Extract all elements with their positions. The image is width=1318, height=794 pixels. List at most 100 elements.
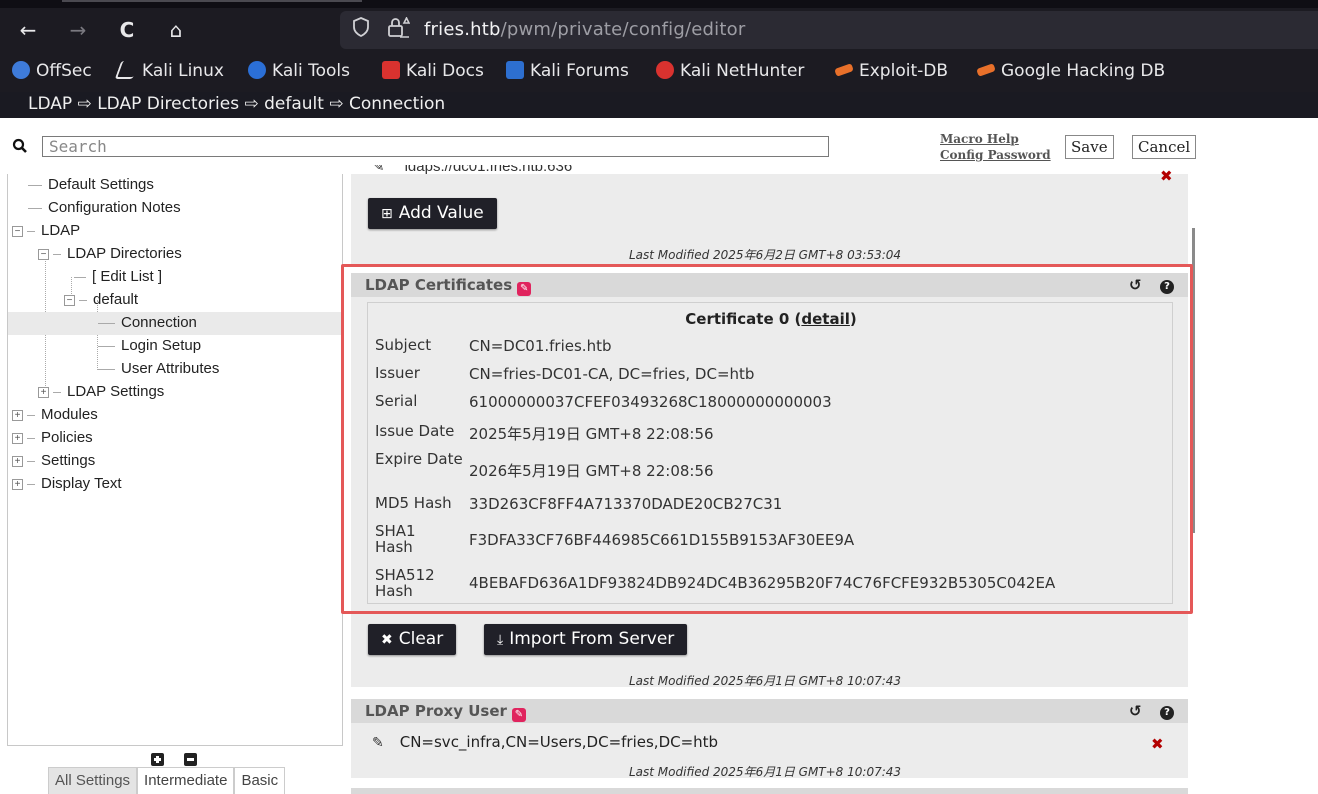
tree-item-modules[interactable]: + Modules (8, 404, 342, 427)
cancel-button[interactable]: Cancel (1132, 135, 1197, 159)
bookmark-exploit-db[interactable]: Exploit-DB (834, 59, 948, 83)
tree-item-ldap[interactable]: − LDAP (8, 220, 342, 243)
tree-item-login-setup[interactable]: Login Setup (8, 335, 342, 358)
search-input[interactable]: Search (42, 136, 829, 157)
expand-icon[interactable]: + (38, 386, 49, 398)
tree-item-label: Configuration Notes (48, 199, 181, 216)
forward-button[interactable]: → (64, 16, 92, 44)
expand-icon[interactable]: + (12, 432, 23, 444)
expand-all-icon[interactable] (151, 753, 164, 766)
help-icon[interactable]: ? (1160, 699, 1174, 723)
bookmark-label: Kali Linux (142, 61, 224, 81)
tree-item-default-settings[interactable]: Default Settings (8, 174, 342, 197)
cert-value: 2025年5月19日 GMT+8 22:08:56 (469, 425, 714, 443)
tree-item-default[interactable]: − default (8, 289, 342, 312)
tree-item-label: Display Text (41, 475, 122, 492)
reset-icon[interactable]: ↺ (1129, 273, 1142, 297)
kali-tools-icon (248, 61, 266, 79)
certificate-title: Certificate 0 (detail) (685, 310, 857, 328)
last-modified-proxy-user: Last Modified 2025年6月1日 GMT+8 10:07:43 (629, 765, 902, 779)
cert-row-sha1: SHA1 Hash F3DFA33CF76BF446985C661D155B915… (368, 523, 1174, 557)
bookmark-offsec[interactable]: OffSec (12, 59, 92, 83)
bookmark-kali-nethunter[interactable]: Kali NetHunter (656, 59, 804, 83)
collapse-icon[interactable]: − (38, 248, 49, 260)
tree-connector (27, 414, 35, 416)
tree-connector (27, 460, 35, 462)
delete-icon[interactable]: ✖ (1151, 735, 1164, 753)
bookmark-kali-docs[interactable]: Kali Docs (382, 59, 484, 83)
search-icon (12, 138, 28, 158)
url-text[interactable]: fries.htb/pwm/private/config/editor (424, 19, 745, 40)
expand-icon[interactable]: + (12, 455, 23, 467)
back-button[interactable]: ← (14, 16, 42, 44)
collapse-icon[interactable]: − (12, 225, 23, 237)
help-icon[interactable]: ? (1160, 273, 1174, 297)
settings-tree: Default Settings Configuration Notes − LD… (7, 174, 343, 746)
ldap-url-row: ✎ ldaps://dc01.fries.htb:636 (372, 165, 572, 176)
tree-item-edit-list[interactable]: [ Edit List ] (8, 266, 342, 289)
config-password-link[interactable]: Config Password (940, 147, 1051, 163)
cert-row-expire-date: Expire Date 2026年5月19日 GMT+8 22:08:56 (368, 451, 1174, 485)
tree-item-configuration-notes[interactable]: Configuration Notes (8, 197, 342, 220)
ldap-url-value[interactable]: ldaps://dc01.fries.htb:636 (405, 165, 573, 175)
bookmarks-bar: OffSec Kali Linux Kali Tools Kali Docs K… (0, 56, 1318, 86)
cert-key: Issue Date (375, 422, 455, 440)
edit-icon[interactable]: ✎ (372, 735, 384, 751)
level-basic[interactable]: Basic (234, 767, 286, 794)
cert-key: SHA512 Hash (375, 566, 435, 600)
reset-icon[interactable]: ↺ (1129, 699, 1142, 723)
bookmark-kali-forums[interactable]: Kali Forums (506, 59, 629, 83)
breadcrumb: LDAP ⇨ LDAP Directories ⇨ default ⇨ Conn… (28, 94, 446, 114)
tree-connector (79, 299, 87, 301)
cert-key: Issuer (375, 364, 420, 382)
proxy-user-value[interactable]: CN=svc_infra,CN=Users,DC=fries,DC=htb (400, 733, 718, 751)
tree-item-user-attributes[interactable]: User Attributes (8, 358, 342, 381)
import-from-server-button[interactable]: ⤓ Import From Server (484, 624, 688, 655)
tree-item-policies[interactable]: + Policies (8, 427, 342, 450)
tree-item-ldap-settings[interactable]: + LDAP Settings (8, 381, 342, 404)
tree-item-label: Default Settings (48, 176, 154, 193)
edit-icon[interactable]: ✎ (372, 165, 385, 175)
bookmark-kali-tools[interactable]: Kali Tools (248, 59, 350, 83)
tree-item-label: default (93, 291, 139, 308)
ghdb-icon (976, 63, 996, 77)
expand-icon[interactable]: + (12, 478, 23, 490)
level-all-settings[interactable]: All Settings (48, 767, 138, 794)
tree-item-connection[interactable]: Connection (8, 312, 342, 335)
save-button[interactable]: Save (1065, 135, 1114, 159)
lock-warning-icon[interactable] (386, 16, 411, 47)
reload-button[interactable]: C (113, 16, 141, 44)
collapse-icon[interactable]: − (64, 294, 75, 306)
bookmark-label: OffSec (36, 61, 92, 81)
tree-connector (28, 207, 42, 209)
bookmark-kali-linux[interactable]: Kali Linux (114, 59, 224, 83)
delete-icon[interactable]: ✖ (1160, 167, 1173, 185)
scrollbar-thumb[interactable] (1192, 228, 1195, 533)
tree-item-label: User Attributes (121, 360, 220, 377)
shield-icon[interactable] (352, 17, 370, 45)
clear-button[interactable]: ✖ Clear (368, 624, 457, 655)
certificate-box: Certificate 0 (detail) Subject CN=DC01.fr… (367, 302, 1173, 604)
active-tab-edge (62, 0, 362, 2)
macro-help-link[interactable]: Macro Help (940, 131, 1051, 147)
tree-item-ldap-directories[interactable]: − LDAP Directories (8, 243, 342, 266)
times-icon: ✖ (381, 632, 393, 648)
cert-value: CN=DC01.fries.htb (469, 337, 612, 355)
modified-icon: ✎ (511, 708, 526, 722)
bookmark-label: Kali NetHunter (680, 61, 805, 81)
expand-icon[interactable]: + (12, 409, 23, 421)
home-button[interactable]: ⌂ (162, 16, 190, 44)
level-intermediate[interactable]: Intermediate (137, 767, 235, 794)
add-value-button[interactable]: ⊞ Add Value (368, 198, 497, 229)
tree-item-label: Policies (41, 429, 93, 446)
tree-connector (27, 230, 35, 232)
bookmark-google-hacking-db[interactable]: Google Hacking DB (976, 59, 1165, 83)
tree-item-display-text[interactable]: + Display Text (8, 473, 342, 496)
collapse-all-icon[interactable] (184, 753, 197, 766)
url-bar[interactable]: fries.htb/pwm/private/config/editor (340, 11, 1318, 49)
bookmark-label: Kali Docs (406, 61, 484, 81)
cert-key: Expire Date (375, 450, 463, 468)
tree-connector (27, 483, 35, 485)
tree-item-settings[interactable]: + Settings (8, 450, 342, 473)
detail-link[interactable]: detail (801, 310, 850, 328)
